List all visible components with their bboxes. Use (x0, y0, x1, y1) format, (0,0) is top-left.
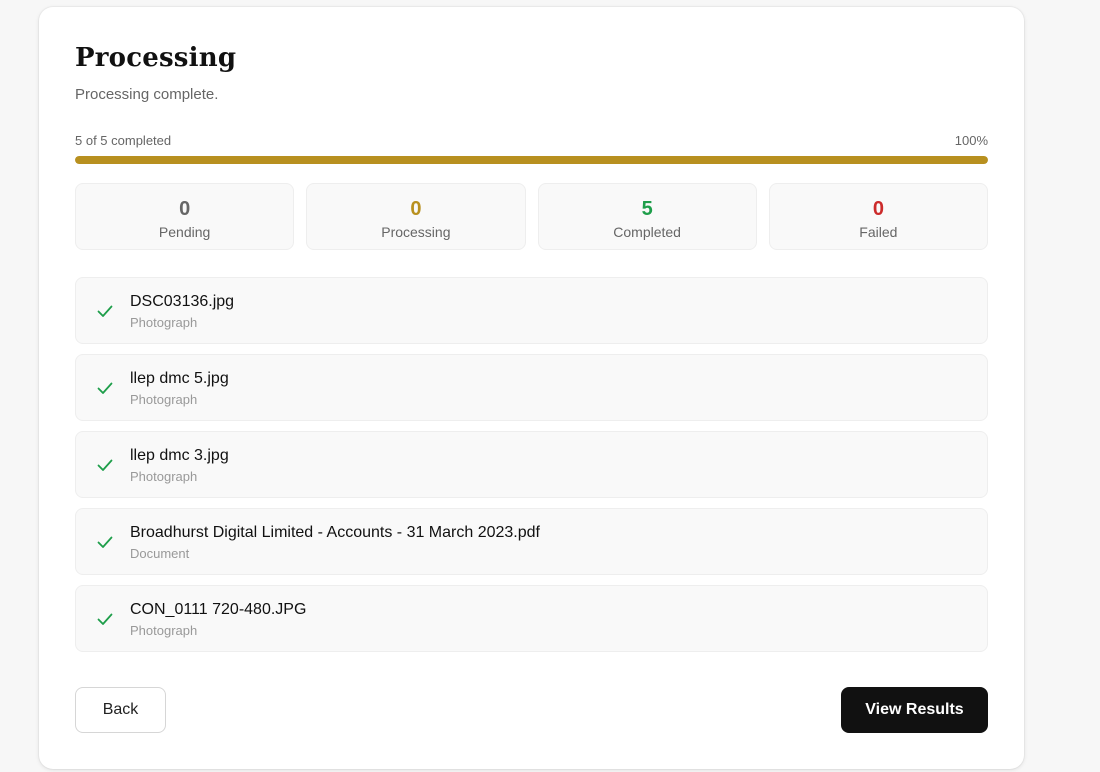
stat-value: 0 (872, 198, 884, 220)
status-summary: 0 Pending 0 Processing 5 Completed 0 Fai… (75, 183, 988, 250)
file-type: Document (130, 546, 190, 561)
stat-value: 0 (179, 198, 191, 220)
status-message: Processing complete. (75, 86, 219, 103)
file-item: CON_0111 720-480.JPG Photograph (75, 585, 988, 652)
progress-percent-label: 100% (954, 133, 988, 148)
stat-processing: 0 Processing (306, 183, 526, 250)
file-name: Broadhurst Digital Limited - Accounts - … (130, 524, 540, 541)
progress-bar-fill (75, 156, 988, 164)
page-title: Processing (75, 43, 237, 73)
stat-label: Completed (613, 224, 681, 240)
file-name: CON_0111 720-480.JPG (130, 601, 307, 618)
stat-pending: 0 Pending (75, 183, 295, 250)
file-item: Broadhurst Digital Limited - Accounts - … (75, 508, 988, 575)
processing-card: Processing Processing complete. 5 of 5 c… (39, 7, 1024, 769)
file-item: DSC03136.jpg Photograph (75, 277, 988, 344)
file-name: DSC03136.jpg (130, 293, 235, 310)
stat-failed: 0 Failed (768, 183, 988, 250)
stat-label: Pending (158, 224, 211, 240)
check-icon (97, 613, 113, 625)
back-button[interactable]: Back (75, 687, 166, 733)
file-type: Photograph (130, 392, 198, 407)
file-type: Photograph (130, 469, 198, 484)
file-name: llep dmc 5.jpg (130, 370, 229, 387)
check-icon (97, 459, 113, 471)
file-name: llep dmc 3.jpg (130, 447, 229, 464)
progress-count-label: 5 of 5 completed (75, 133, 172, 148)
stat-value: 5 (641, 198, 653, 220)
check-icon (97, 536, 113, 548)
file-list: DSC03136.jpg Photograph llep dmc 5.jpg P… (75, 277, 988, 662)
file-item: llep dmc 3.jpg Photograph (75, 431, 988, 498)
stat-label: Failed (859, 224, 898, 240)
progress-bar (75, 156, 988, 164)
view-results-button[interactable]: View Results (841, 687, 988, 733)
check-icon (97, 305, 113, 317)
stat-value: 0 (410, 198, 422, 220)
file-item: llep dmc 5.jpg Photograph (75, 354, 988, 421)
check-icon (97, 382, 113, 394)
file-type: Photograph (130, 315, 198, 330)
stat-completed: 5 Completed (537, 183, 757, 250)
stat-label: Processing (381, 224, 451, 240)
file-type: Photograph (130, 623, 198, 638)
